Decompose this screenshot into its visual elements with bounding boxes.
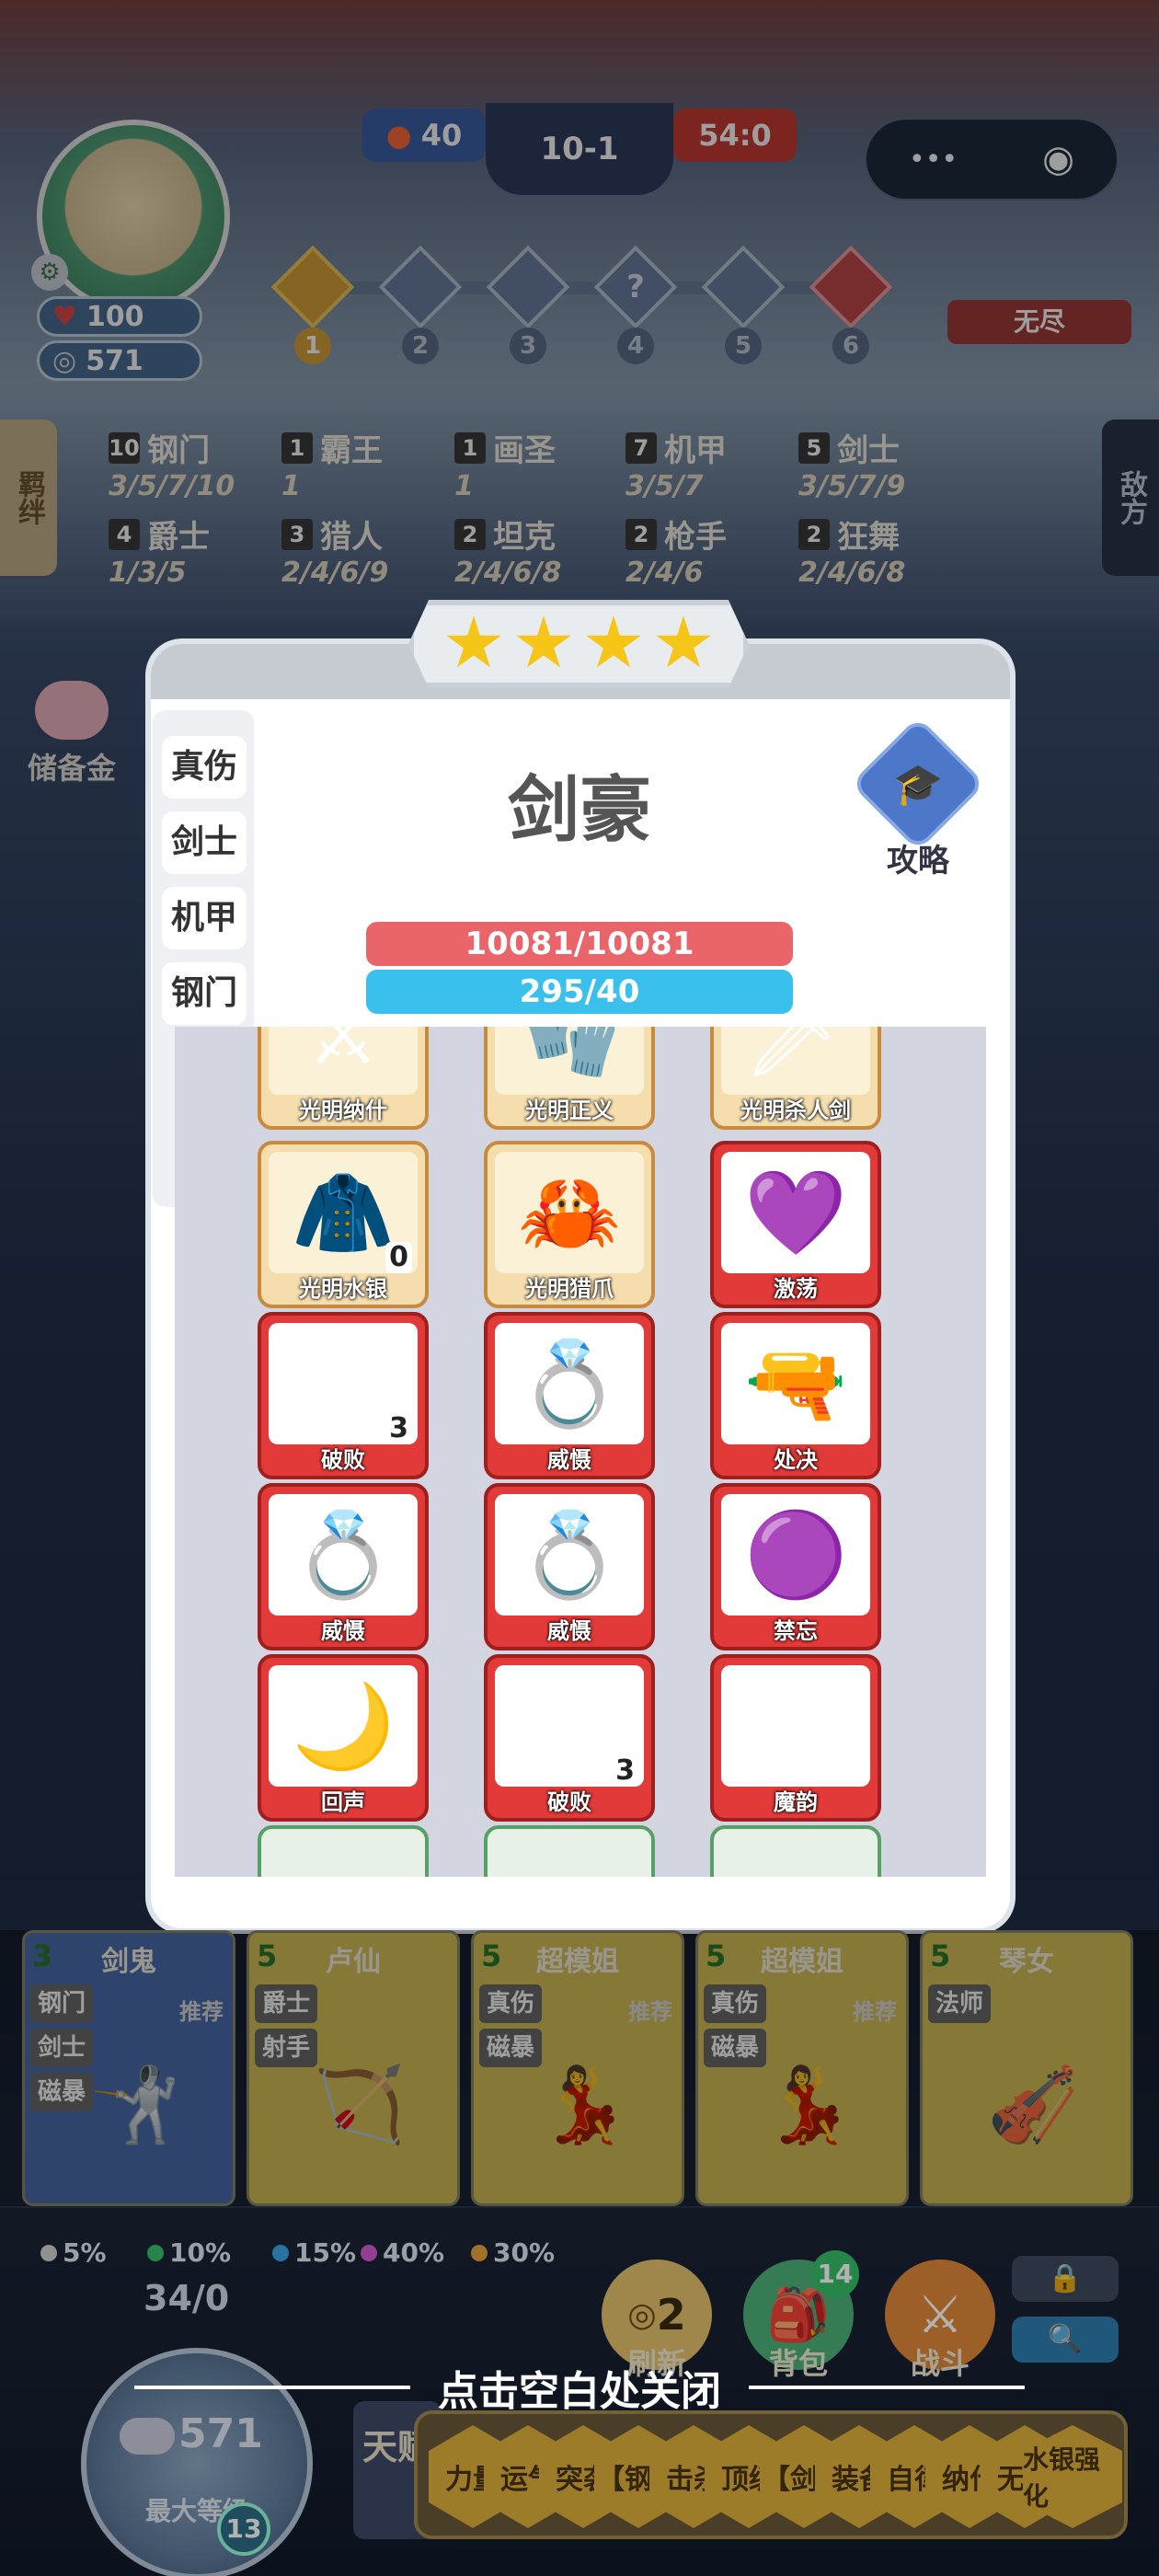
equipment-item[interactable]: 🟣 禁忘	[710, 1483, 881, 1650]
gauntlet-icon: 🧤	[495, 1027, 644, 1095]
equipment-item[interactable]: 🗡 光明杀人剑	[710, 1027, 881, 1130]
equipment-item-partial[interactable]	[710, 1825, 881, 1877]
divider-left	[134, 2386, 410, 2389]
equipment-item[interactable]: 🧤 光明正义	[484, 1027, 655, 1130]
star-icon	[656, 615, 711, 668]
star-icon	[516, 615, 571, 668]
ice-staff-icon: ❄	[721, 1665, 870, 1787]
equipment-item[interactable]: 💍 威慑	[258, 1483, 429, 1650]
shop-dim	[0, 1930, 1159, 2206]
heart-gem-icon: 💜	[721, 1152, 870, 1273]
ring-icon: 💍	[495, 1323, 644, 1444]
trait-tab[interactable]: 剑士	[162, 811, 247, 874]
equipment-item[interactable]: 🌙 回声	[258, 1654, 429, 1822]
equipment-item[interactable]: 💜 激荡	[710, 1141, 881, 1308]
divider-right	[749, 2386, 1025, 2389]
claw-icon: 🦀	[495, 1152, 644, 1273]
ring-icon: 💍	[269, 1494, 418, 1616]
trait-tab[interactable]: 钢门	[162, 962, 247, 1025]
star-icon	[586, 615, 641, 668]
equipment-item[interactable]: ❄ 魔韵	[710, 1654, 881, 1822]
trait-tab[interactable]: 机甲	[162, 887, 247, 949]
mana-bar: 295/40	[366, 970, 793, 1014]
hero-name: 剑豪	[507, 769, 651, 852]
equipment-item[interactable]: ⚔ 光明纳什	[258, 1027, 429, 1130]
cannon-icon: 🔫	[721, 1323, 870, 1444]
ring-icon: 💍	[495, 1494, 644, 1616]
close-hint[interactable]: 点击空白处关闭	[86, 2355, 1073, 2420]
equipment-item[interactable]: 🔫 处决	[710, 1312, 881, 1479]
dark-orb-icon: 🟣	[721, 1494, 870, 1616]
moon-staff-icon: 🌙	[269, 1665, 418, 1787]
equipment-item[interactable]: 🗡 3 破败	[258, 1312, 429, 1479]
equipment-item-partial[interactable]	[258, 1825, 429, 1877]
equipment-grid[interactable]: ⚔ 光明纳什 🧤 光明正义 🗡 光明杀人剑 🧥 0 光明水银 🦀 光明猎爪 💜 激荡 🗡 3 破败…	[175, 1027, 986, 1877]
star-icon	[446, 615, 501, 668]
sword-icon: ⚔	[269, 1027, 418, 1095]
guide-button[interactable]: 🎓 攻略	[850, 716, 986, 880]
star-rating	[408, 600, 749, 688]
hp-bar: 10081/10081	[366, 922, 793, 966]
equipment-item-partial[interactable]	[484, 1825, 655, 1877]
equipment-item[interactable]: 🧥 0 光明水银	[258, 1141, 429, 1308]
graduation-cap-icon: 🎓	[850, 716, 986, 852]
equipment-item[interactable]: 💍 威慑	[484, 1312, 655, 1479]
equipment-item[interactable]: 💍 威慑	[484, 1483, 655, 1650]
equipment-item[interactable]: 🗡 3 破败	[484, 1654, 655, 1822]
trait-tab[interactable]: 真伤	[162, 736, 247, 799]
equipment-item[interactable]: 🦀 光明猎爪	[484, 1141, 655, 1308]
dagger-icon: 🗡	[721, 1027, 870, 1095]
